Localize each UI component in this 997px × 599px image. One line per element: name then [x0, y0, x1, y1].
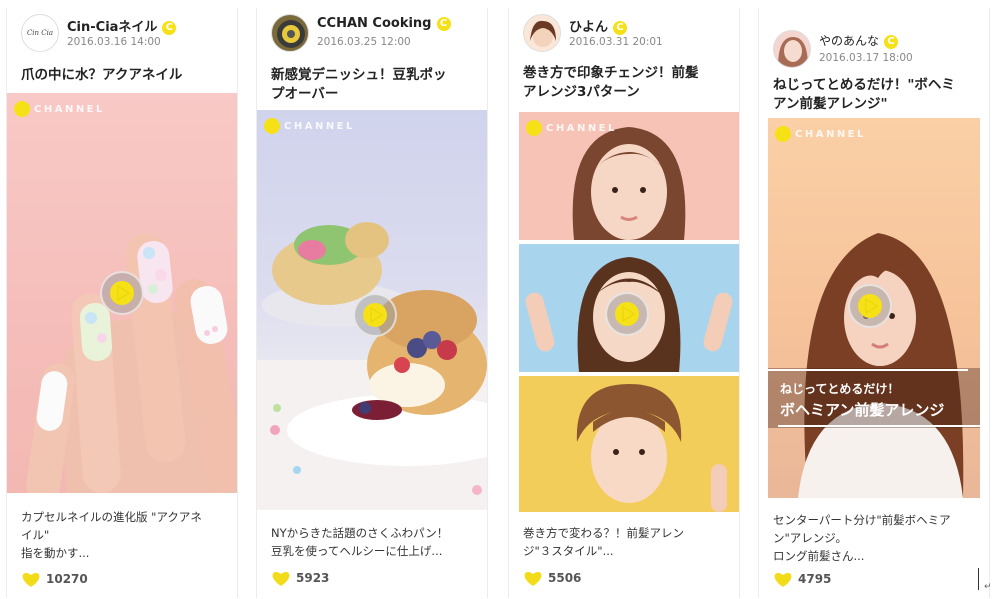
- description-line: ン"アレンジ。: [773, 531, 847, 545]
- description-line: 指を動かす...: [21, 546, 90, 560]
- channel-logo: CHANNEL: [526, 120, 617, 136]
- channel-logo-icon: [14, 101, 30, 117]
- card-title-text: 爪の中に水？アクアネイル: [21, 67, 183, 83]
- description-line: NYからきた話題のさくふわパン！: [271, 526, 449, 540]
- video-thumbnail[interactable]: CHANNEL: [7, 93, 237, 493]
- description-line: ジ"３スタイル"...: [523, 544, 614, 558]
- like-count-value: 10270: [46, 572, 88, 586]
- description-line: 豆乳を使ってヘルシーに仕上げ...: [271, 544, 443, 558]
- avatar-image: [530, 20, 556, 47]
- avatar-logo-text: Cin Cia: [26, 29, 54, 37]
- channel-logo-text: CHANNEL: [795, 128, 866, 140]
- author-name[interactable]: Cin-Ciaネイル C: [67, 16, 177, 35]
- card-title-line: アレンジ3パターン: [523, 84, 640, 100]
- card-header: ひよん C 2016.03.31 20:01: [523, 14, 733, 58]
- post-date: 2016.03.16 14:00: [67, 36, 161, 48]
- play-icon: [363, 303, 387, 327]
- post-date: 2016.03.17 18:00: [819, 52, 913, 64]
- card-title-line: 新感覚デニッシュ！豆乳ポッ: [271, 67, 447, 83]
- description-line: 巻き方で変わる？！前髪アレン: [523, 526, 684, 540]
- play-button[interactable]: [100, 271, 144, 315]
- feed-card[interactable]: ひよん C 2016.03.31 20:01 巻き方で印象チェンジ！前髪 アレンジ…: [508, 8, 740, 598]
- post-date: 2016.03.31 20:01: [569, 36, 663, 48]
- channel-logo-text: CHANNEL: [34, 103, 105, 115]
- card-header: やのあんな C 2016.03.17 18:00: [773, 30, 983, 74]
- like-count-value: 5923: [296, 571, 330, 585]
- channel-logo-icon: [775, 126, 791, 142]
- card-title[interactable]: ねじってとめるだけ！"ボヘミ アン前髪アレンジ": [773, 76, 981, 114]
- description-line: イル": [21, 528, 50, 542]
- heart-icon[interactable]: [21, 570, 41, 588]
- author-name-text: Cin-Ciaネイル: [67, 20, 158, 35]
- like-count[interactable]: 5506: [523, 569, 581, 587]
- heart-icon[interactable]: [773, 570, 793, 588]
- card-header: Cin Cia Cin-Ciaネイル C 2016.03.16 14:00: [21, 14, 231, 58]
- avatar-image: [277, 20, 305, 48]
- channel-logo-icon: [264, 118, 280, 134]
- channel-logo: CHANNEL: [775, 126, 866, 142]
- channel-logo-text: CHANNEL: [546, 122, 617, 134]
- feed-card[interactable]: CCHAN Cooking C 2016.03.25 12:00 新感覚デニッシュ…: [256, 8, 488, 598]
- like-count[interactable]: 4795: [773, 570, 831, 588]
- play-button[interactable]: [605, 292, 649, 336]
- channel-badge-icon: C: [436, 17, 451, 31]
- author-name[interactable]: CCHAN Cooking C: [317, 16, 451, 31]
- author-avatar[interactable]: [773, 30, 811, 68]
- card-title[interactable]: 巻き方で印象チェンジ！前髪 アレンジ3パターン: [523, 64, 731, 102]
- card-description[interactable]: カプセルネイルの進化版 "アクアネ イル" 指を動かす...: [21, 508, 227, 562]
- author-name-text: ひよん: [569, 20, 609, 35]
- play-button[interactable]: [848, 284, 892, 328]
- channel-logo: CHANNEL: [14, 101, 105, 117]
- like-count-value: 4795: [798, 572, 832, 586]
- card-title[interactable]: 新感覚デニッシュ！豆乳ポッ プオーバー: [271, 66, 479, 104]
- channel-logo-icon: [526, 120, 542, 136]
- overlay-caption-line: ねじってとめるだけ！: [780, 382, 900, 396]
- play-icon: [858, 294, 882, 318]
- post-date: 2016.03.25 12:00: [317, 36, 411, 48]
- heart-icon[interactable]: [523, 569, 543, 587]
- description-line: ロング前髪さん...: [773, 549, 865, 563]
- video-thumbnail[interactable]: CHANNEL: [257, 110, 487, 510]
- play-button[interactable]: [353, 293, 397, 337]
- channel-badge-icon: C: [884, 35, 899, 49]
- heart-icon[interactable]: [271, 569, 291, 587]
- description-line: カプセルネイルの進化版 "アクアネ: [21, 510, 202, 524]
- author-avatar[interactable]: [523, 14, 561, 52]
- author-name-text: CCHAN Cooking: [317, 16, 432, 31]
- video-overlay-caption: ねじってとめるだけ！ ボヘミアン前髪アレンジ: [780, 380, 944, 420]
- overlay-caption-line: ボヘミアン前髪アレンジ: [780, 401, 945, 419]
- card-title-line: 巻き方で印象チェンジ！前髪: [523, 65, 699, 81]
- author-name[interactable]: やのあんな C: [819, 32, 899, 49]
- play-icon: [615, 302, 639, 326]
- channel-logo: CHANNEL: [264, 118, 355, 134]
- channel-badge-icon: C: [613, 21, 628, 35]
- card-description[interactable]: センターパート分け"前髪ボヘミア ン"アレンジ。 ロング前髪さん...: [773, 511, 979, 565]
- card-description[interactable]: NYからきた話題のさくふわパン！ 豆乳を使ってヘルシーに仕上げ...: [271, 524, 477, 560]
- play-icon: [110, 281, 134, 305]
- text-cursor: [978, 568, 979, 590]
- card-title-line: ねじってとめるだけ！"ボヘミ: [773, 77, 955, 93]
- description-line: センターパート分け"前髪ボヘミア: [773, 513, 951, 527]
- feed-card[interactable]: Cin Cia Cin-Ciaネイル C 2016.03.16 14:00 爪の中…: [6, 8, 238, 598]
- card-title[interactable]: 爪の中に水？アクアネイル: [21, 66, 229, 85]
- like-count-value: 5506: [548, 571, 582, 585]
- author-name[interactable]: ひよん C: [569, 16, 628, 35]
- channel-badge-icon: C: [162, 21, 177, 35]
- author-name-text: やのあんな: [819, 34, 880, 48]
- card-header: CCHAN Cooking C 2016.03.25 12:00: [271, 14, 481, 58]
- card-description[interactable]: 巻き方で変わる？！前髪アレン ジ"３スタイル"...: [523, 524, 729, 560]
- author-avatar[interactable]: Cin Cia: [21, 14, 59, 52]
- card-title-line: アン前髪アレンジ": [773, 96, 888, 112]
- author-avatar[interactable]: [271, 14, 309, 52]
- like-count[interactable]: 5923: [271, 569, 329, 587]
- return-mark-icon: ↵: [984, 582, 992, 592]
- feed-card[interactable]: やのあんな C 2016.03.17 18:00 ねじってとめるだけ！"ボヘミ ア…: [758, 8, 990, 598]
- video-thumbnail[interactable]: CHANNEL: [519, 112, 739, 512]
- channel-logo-text: CHANNEL: [284, 120, 355, 132]
- card-title-line: プオーバー: [271, 86, 339, 102]
- like-count[interactable]: 10270: [21, 570, 88, 588]
- video-thumbnail[interactable]: ねじってとめるだけ！ ボヘミアン前髪アレンジ CHANNEL: [768, 118, 980, 498]
- avatar-image: [778, 37, 808, 67]
